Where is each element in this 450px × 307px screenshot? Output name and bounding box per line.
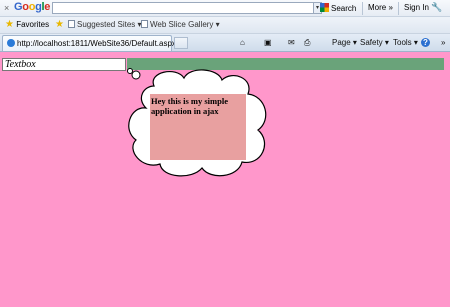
tools-menu[interactable]: Tools ▾ <box>393 38 418 47</box>
page-icon <box>68 20 75 28</box>
google-logo: Google <box>14 1 51 13</box>
bubble-dot-medium <box>131 70 141 80</box>
feeds-icon[interactable]: ▣ <box>264 38 272 47</box>
google-search-input[interactable] <box>52 2 314 14</box>
page-menu[interactable]: Page ▾ <box>332 38 357 47</box>
toolbar-divider <box>362 2 363 15</box>
add-favorite-icon[interactable]: ★ <box>55 19 64 30</box>
help-icon[interactable]: ? <box>421 38 430 47</box>
new-tab-button[interactable] <box>174 37 188 49</box>
bubble-dot-small <box>127 68 133 74</box>
tab-current[interactable]: http://localhost:1811/WebSite36/Default.… <box>2 35 176 51</box>
favorites-label: Favorites <box>16 20 50 29</box>
chevron-icon[interactable]: » <box>441 38 445 47</box>
tab-bar: http://localhost:1811/WebSite36/Default.… <box>0 34 450 52</box>
favorites-button[interactable]: ★ Favorites <box>5 19 49 30</box>
page-icon <box>141 20 148 28</box>
favorites-bar: ★ Favorites ★ Suggested Sites ▾ Web Slic… <box>0 17 450 34</box>
google-toolbar: × Google ▾ Search More » Sign In 🔧 <box>0 0 450 17</box>
ie-page-icon <box>7 39 15 47</box>
close-toolbar-icon[interactable]: × <box>4 3 9 13</box>
tab-url: http://localhost:1811/WebSite36/Default.… <box>17 39 176 48</box>
more-button[interactable]: More » <box>368 3 393 12</box>
suggested-sites-link[interactable]: Suggested Sites ▾ <box>68 20 142 29</box>
mail-icon[interactable]: ✉ <box>288 38 295 47</box>
home-icon[interactable]: ⌂ <box>240 38 245 47</box>
textbox-input[interactable]: Textbox <box>2 58 126 71</box>
google-search-icon <box>320 3 329 12</box>
safety-menu[interactable]: Safety ▾ <box>360 38 389 47</box>
toolbar-divider <box>398 2 399 15</box>
sign-in-button[interactable]: Sign In <box>404 3 429 12</box>
google-search-button[interactable]: Search <box>320 3 356 13</box>
favorites-star-icon: ★ <box>5 19 14 30</box>
wrench-icon[interactable]: 🔧 <box>431 2 442 13</box>
web-slice-gallery-link[interactable]: Web Slice Gallery ▾ <box>141 20 220 29</box>
bubble-message: Hey this is my simple application in aja… <box>151 96 228 116</box>
print-icon[interactable]: ⎙ <box>304 38 310 48</box>
